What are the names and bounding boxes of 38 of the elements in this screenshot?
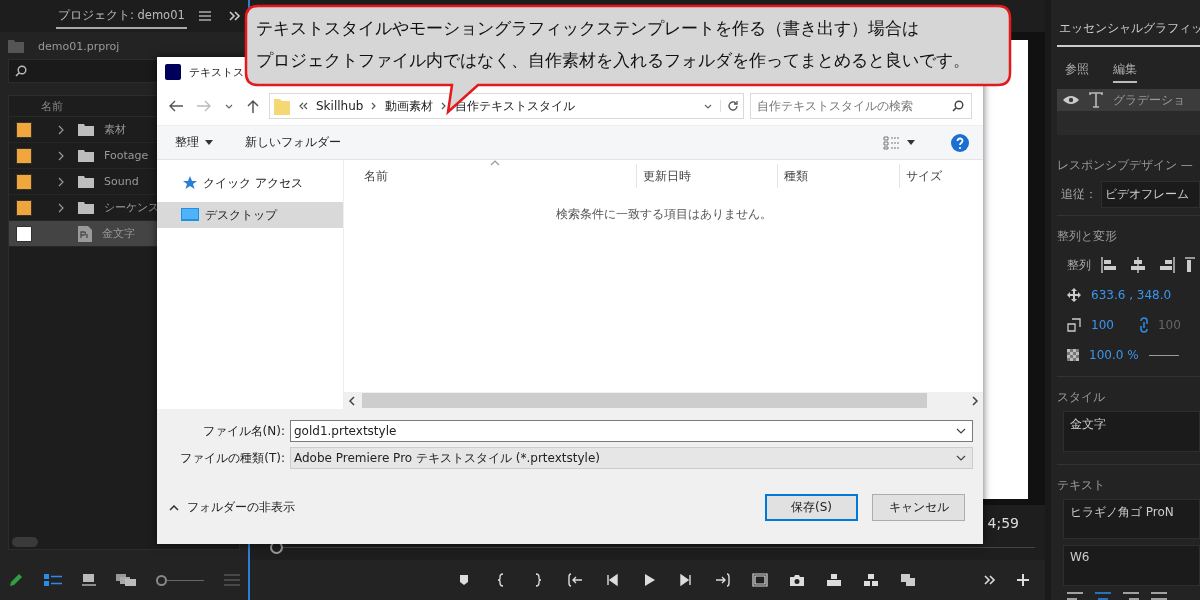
column-header[interactable]: 名前: [344, 164, 637, 188]
field-label: ファイル名(N):: [201, 422, 285, 440]
layer-row[interactable]: グラデーショ: [1057, 89, 1200, 111]
breadcrumb[interactable]: 動画素材: [385, 97, 434, 115]
dialog-button[interactable]: キャンセル: [872, 494, 965, 521]
panel-tab[interactable]: エッセンシャルグラフィッ: [1057, 0, 1200, 47]
filename-field[interactable]: gold1.prtextstyle: [290, 420, 973, 442]
font-style-dropdown[interactable]: W6: [1063, 545, 1200, 586]
column-header[interactable]: 更新日時: [637, 164, 778, 188]
filetype-dropdown[interactable]: Adobe Premiere Pro テキストスタイル (*.prtextstyle): [290, 447, 973, 469]
empty-message: 検索条件に一致する項目はありません。: [555, 207, 772, 221]
hide-folders-button[interactable]: フォルダーの非表示: [169, 499, 295, 516]
field-label: 追従：: [1061, 185, 1097, 203]
project-filename: demo01.prproj: [38, 40, 120, 53]
opacity-value[interactable]: 100.0 %: [1089, 348, 1139, 362]
callout-text: テキストスタイルやモーショングラフィックステンプレートを作る（書き出す）場合は プロジェクトファイル内ではなく、自作素材を入れるフォルダを作ってまとめると良いです。: [256, 17, 970, 72]
dialog-title: テキストス: [189, 64, 244, 80]
dialog-button[interactable]: 保存(S): [765, 494, 858, 521]
section-heading: テキスト: [1057, 476, 1106, 494]
section-heading: スタイル: [1057, 389, 1106, 406]
column-header[interactable]: 種類: [778, 164, 900, 188]
position-value[interactable]: 633.6 , 348.0: [1091, 288, 1172, 302]
field-label: 整列: [1067, 256, 1091, 274]
nav-item[interactable]: デスクトップ: [157, 202, 343, 228]
new-folder-button[interactable]: 新しいフォルダー: [245, 134, 341, 151]
field-label: ファイルの種類(T):: [179, 449, 285, 467]
column-header[interactable]: サイズ: [900, 164, 966, 188]
timecode: 4;59: [987, 515, 1019, 531]
follow-dropdown[interactable]: ビデオフレーム: [1101, 180, 1200, 208]
section-heading: 整列と変形: [1057, 228, 1118, 245]
panel-tab[interactable]: 編集: [1113, 61, 1137, 83]
style-dropdown[interactable]: 金文字: [1063, 411, 1200, 452]
breadcrumb[interactable]: Skillhub: [316, 99, 364, 113]
column-header[interactable]: 名前: [41, 98, 63, 114]
panel-tab[interactable]: 参照: [1065, 61, 1089, 83]
font-dropdown[interactable]: ヒラギノ角ゴ ProN: [1063, 498, 1200, 540]
section-heading: レスポンシブデザイン —: [1057, 157, 1194, 174]
scale-value[interactable]: 100: [1091, 318, 1114, 332]
